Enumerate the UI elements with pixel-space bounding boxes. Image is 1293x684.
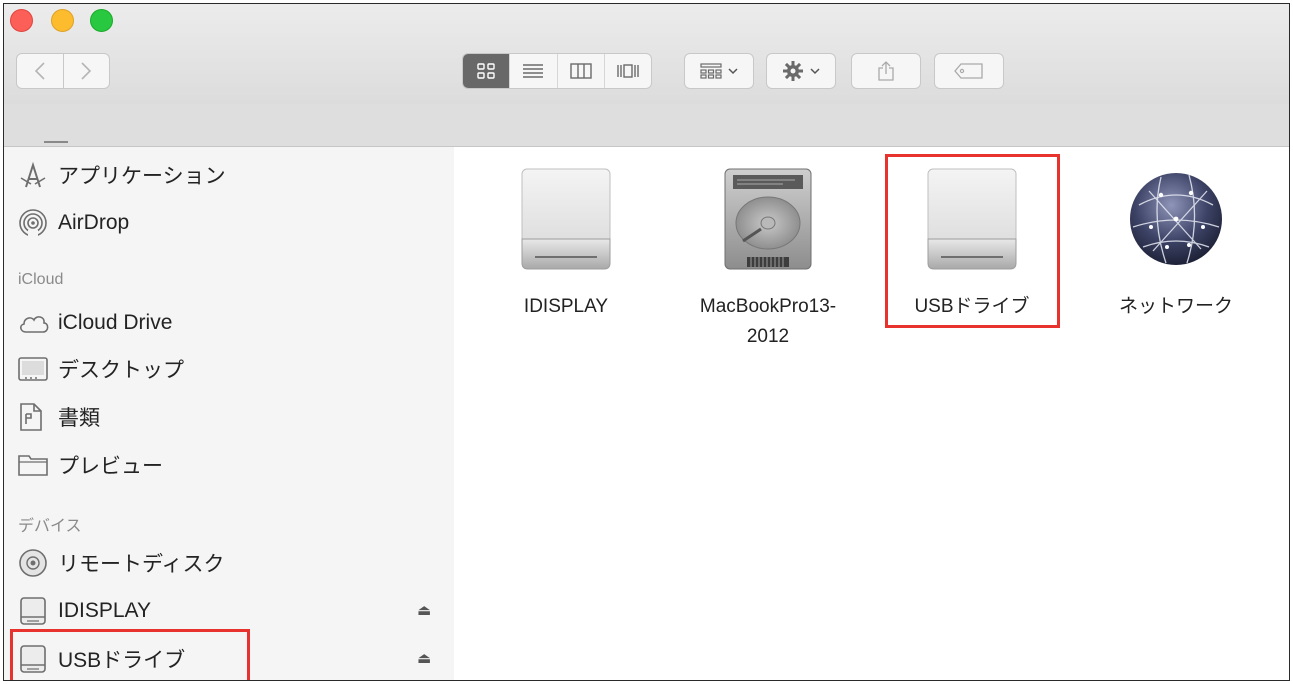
scroll-clipped-item bbox=[44, 141, 68, 143]
item-label: IDISPLAY bbox=[523, 296, 609, 317]
cloud-icon bbox=[18, 312, 58, 334]
gear-icon bbox=[783, 61, 803, 81]
section-header-devices: デバイス bbox=[18, 518, 82, 535]
sidebar-item-documents[interactable]: 書類 bbox=[18, 397, 100, 437]
sidebar-item-icloud-drive[interactable]: iCloud Drive bbox=[18, 303, 172, 343]
sidebar-item-remote-disc[interactable]: リモートディスク bbox=[18, 543, 225, 583]
sidebar-item-label: 書類 bbox=[58, 407, 100, 430]
action-button[interactable] bbox=[766, 53, 836, 89]
tab-bar bbox=[4, 104, 1289, 147]
section-header-icloud: iCloud bbox=[18, 271, 64, 288]
chevron-down-icon bbox=[728, 68, 738, 75]
tag-icon bbox=[954, 63, 983, 79]
applications-icon bbox=[18, 161, 58, 189]
eject-idisplay-button[interactable]: ⏏ bbox=[417, 601, 431, 619]
item-label: ネットワーク bbox=[1118, 296, 1233, 317]
highlight-box-content-usb bbox=[885, 154, 1060, 328]
sidebar-item-preview[interactable]: プレビュー bbox=[18, 445, 163, 485]
highlight-box-sidebar-usb bbox=[10, 629, 250, 680]
external-drive-icon bbox=[521, 168, 611, 270]
forward-button[interactable] bbox=[62, 54, 110, 88]
sidebar-item-airdrop[interactable]: AirDrop bbox=[18, 203, 129, 243]
toolbar bbox=[4, 4, 1289, 105]
arrange-button[interactable] bbox=[684, 53, 754, 89]
navigation-buttons bbox=[16, 53, 110, 89]
sidebar-item-label: プレビュー bbox=[58, 455, 163, 478]
sidebar: アプリケーション AirDrop iCloud iCloud Drive デスク… bbox=[4, 141, 455, 680]
folder-icon bbox=[18, 453, 58, 477]
cover-flow-button[interactable] bbox=[603, 54, 651, 88]
content-item-idisplay[interactable]: IDISPLAY bbox=[471, 165, 661, 322]
desktop-icon bbox=[18, 356, 58, 382]
tags-button[interactable] bbox=[934, 53, 1004, 89]
icon-view-button[interactable] bbox=[463, 54, 510, 88]
arrange-icon bbox=[700, 63, 722, 79]
sidebar-item-label: リモートディスク bbox=[58, 553, 225, 576]
finder-window: アプリケーション AirDrop iCloud iCloud Drive デスク… bbox=[3, 3, 1290, 681]
icon-grid-icon bbox=[477, 63, 495, 79]
share-button[interactable] bbox=[851, 53, 921, 89]
internal-hard-drive-icon bbox=[724, 168, 812, 270]
sidebar-item-desktop[interactable]: デスクトップ bbox=[18, 349, 184, 389]
file-browser-content: IDISPLAY MacBookPro13-2012 USBドライブ ネットワー… bbox=[454, 147, 1289, 680]
remote-disc-icon bbox=[18, 548, 58, 578]
view-mode-buttons bbox=[462, 53, 652, 89]
eject-usb-drive-button[interactable]: ⏏ bbox=[417, 649, 431, 667]
chevron-right-icon bbox=[81, 62, 92, 80]
list-view-button[interactable] bbox=[509, 54, 556, 88]
sidebar-item-label: IDISPLAY bbox=[58, 599, 151, 622]
chevron-down-icon bbox=[810, 68, 820, 75]
content-item-network[interactable]: ネットワーク bbox=[1081, 165, 1271, 322]
close-window-button[interactable] bbox=[10, 9, 33, 32]
content-item-macbookpro[interactable]: MacBookPro13-2012 bbox=[673, 165, 863, 352]
columns-icon bbox=[569, 63, 592, 79]
sidebar-item-applications[interactable]: アプリケーション bbox=[18, 155, 226, 195]
sidebar-item-label: AirDrop bbox=[58, 211, 130, 234]
item-label: MacBookPro13-2012 bbox=[699, 296, 837, 347]
back-button[interactable] bbox=[17, 54, 63, 88]
list-icon bbox=[523, 64, 544, 78]
chevron-left-icon bbox=[34, 62, 45, 80]
sidebar-item-label: デスクトップ bbox=[58, 359, 184, 382]
drive-icon bbox=[18, 596, 58, 626]
airdrop-icon bbox=[18, 208, 58, 238]
cover-flow-icon bbox=[617, 64, 639, 78]
sidebar-item-idisplay[interactable]: IDISPLAY bbox=[18, 591, 151, 631]
column-view-button[interactable] bbox=[556, 54, 604, 88]
documents-icon bbox=[18, 402, 58, 432]
minimize-window-button[interactable] bbox=[51, 9, 74, 32]
sidebar-item-label: iCloud Drive bbox=[58, 311, 173, 334]
zoom-window-button[interactable] bbox=[90, 9, 113, 32]
sidebar-item-label: アプリケーション bbox=[58, 165, 226, 188]
network-globe-icon bbox=[1130, 173, 1222, 265]
share-icon bbox=[878, 61, 894, 81]
